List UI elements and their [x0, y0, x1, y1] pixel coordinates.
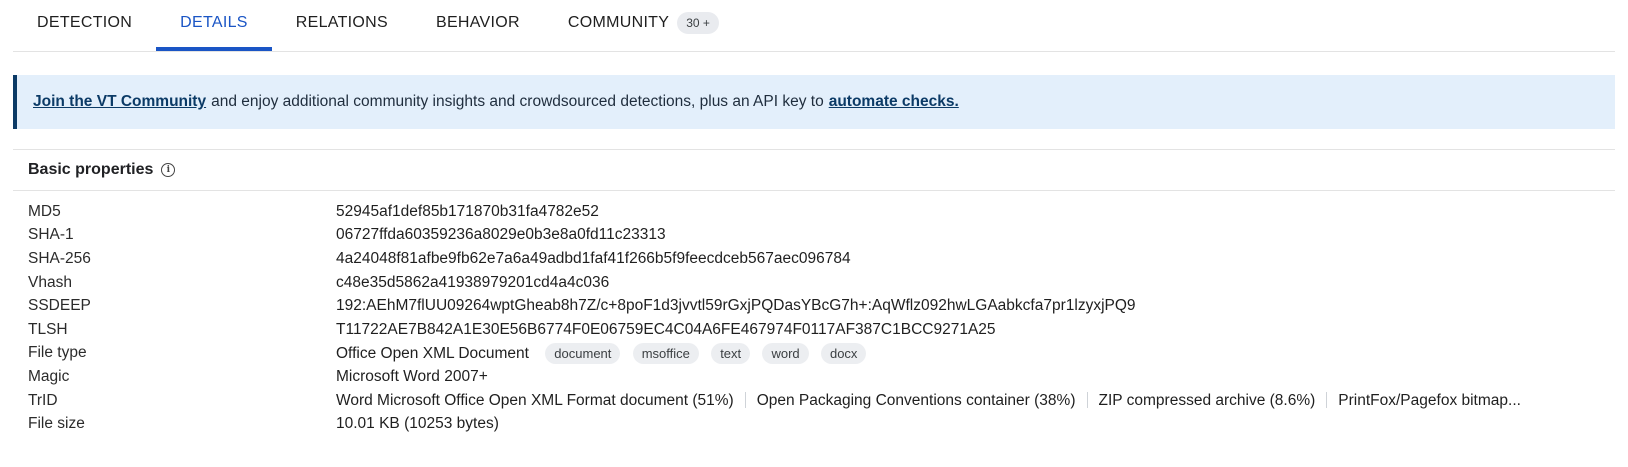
tab-community[interactable]: COMMUNITY 30 + — [544, 0, 743, 46]
property-value: 192:AEhM7flUU09264wptGheab8h7Z/c+8poF1d3… — [336, 297, 1136, 315]
trid-item: ZIP compressed archive (8.6%) — [1098, 391, 1316, 409]
tag-chip[interactable]: document — [545, 342, 621, 364]
property-value: c48e35d5862a41938979201cd4a4c036 — [336, 273, 610, 291]
property-label: Magic — [28, 367, 70, 385]
tab-detection[interactable]: DETECTION — [13, 0, 156, 46]
property-label: File size — [28, 415, 85, 433]
property-label: TLSH — [28, 320, 68, 338]
property-row-magic: Magic Microsoft Word 2007+ — [13, 365, 1615, 389]
tab-details[interactable]: DETAILS — [156, 0, 272, 51]
property-label: SHA-256 — [28, 249, 91, 267]
property-row-trid: TrID Word Microsoft Office Open XML Form… — [13, 389, 1615, 413]
property-value: Microsoft Word 2007+ — [336, 367, 488, 385]
join-community-link[interactable]: Join the VT Community — [33, 93, 206, 111]
property-value: 52945af1def85b171870b31fa4782e52 — [336, 202, 599, 220]
tab-community-label: COMMUNITY — [567, 14, 670, 31]
tab-detection-label: DETECTION — [37, 14, 133, 31]
property-row-vhash: Vhash c48e35d5862a41938979201cd4a4c036 — [13, 271, 1615, 295]
property-value: Office Open XML Document document msoffi… — [336, 342, 1615, 364]
property-value: 06727ffda60359236a8029e0b3e8a0fd11c23313 — [336, 226, 666, 244]
divider — [1086, 392, 1088, 409]
tab-details-label: DETAILS — [180, 14, 248, 31]
property-value: 10.01 KB (10253 bytes) — [336, 415, 499, 433]
property-row-tlsh: TLSH T11722AE7B842A1E30E56B6774F0E06759E… — [13, 318, 1615, 342]
properties-list: MD5 52945af1def85b171870b31fa4782e52 SHA… — [13, 191, 1615, 436]
property-label: Vhash — [28, 273, 72, 291]
tag-chip[interactable]: text — [711, 342, 751, 364]
tab-behavior[interactable]: BEHAVIOR — [412, 0, 544, 46]
trid-item: PrintFox/Pagefox bitmap... — [1338, 391, 1521, 409]
basic-properties-card: Basic properties i MD5 52945af1def85b171… — [13, 149, 1615, 450]
tab-behavior-label: BEHAVIOR — [435, 14, 520, 31]
basic-properties-header: Basic properties i — [13, 150, 1615, 191]
property-row-sha1: SHA-1 06727ffda60359236a8029e0b3e8a0fd11… — [13, 224, 1615, 248]
tag-chip[interactable]: msoffice — [632, 342, 699, 364]
property-row-sha256: SHA-256 4a24048f81afbe9fb62e7a6a49adbd1f… — [13, 247, 1615, 271]
property-row-md5: MD5 52945af1def85b171870b31fa4782e52 — [13, 200, 1615, 224]
info-icon[interactable]: i — [161, 163, 176, 177]
file-type-value: Office Open XML Document — [336, 344, 529, 362]
tag-chip[interactable]: word — [762, 342, 809, 364]
tab-relations-label: RELATIONS — [295, 14, 388, 31]
property-label: File type — [28, 344, 87, 362]
property-row-file-size: File size 10.01 KB (10253 bytes) — [13, 412, 1615, 436]
tag-chip[interactable]: docx — [820, 342, 867, 364]
tab-bar: DETECTION DETAILS RELATIONS BEHAVIOR COM… — [13, 0, 1615, 52]
property-value: Word Microsoft Office Open XML Format do… — [336, 392, 1615, 410]
property-label: MD5 — [28, 202, 61, 220]
community-count-badge: 30 + — [677, 12, 719, 34]
property-row-ssdeep: SSDEEP 192:AEhM7flUU09264wptGheab8h7Z/c+… — [13, 294, 1615, 318]
divider — [1326, 392, 1328, 409]
community-banner: Join the VT Community and enjoy addition… — [13, 75, 1615, 129]
basic-properties-title: Basic properties — [28, 161, 154, 178]
automate-checks-link[interactable]: automate checks. — [829, 93, 959, 111]
property-label: TrID — [28, 391, 58, 409]
file-type-tags: document msoffice text word docx — [537, 342, 867, 364]
property-label: SHA-1 — [28, 226, 74, 244]
property-value: 4a24048f81afbe9fb62e7a6a49adbd1faf41f266… — [336, 249, 851, 267]
property-value: T11722AE7B842A1E30E56B6774F0E06759EC4C04… — [336, 320, 996, 338]
property-row-file-type: File type Office Open XML Document docum… — [13, 342, 1615, 366]
trid-item: Word Microsoft Office Open XML Format do… — [336, 391, 734, 409]
banner-text: and enjoy additional community insights … — [211, 93, 824, 110]
page: DETECTION DETAILS RELATIONS BEHAVIOR COM… — [0, 0, 1628, 467]
tab-relations[interactable]: RELATIONS — [272, 0, 412, 46]
trid-item: Open Packaging Conventions container (38… — [756, 391, 1076, 409]
divider — [744, 392, 746, 409]
property-label: SSDEEP — [28, 297, 91, 315]
